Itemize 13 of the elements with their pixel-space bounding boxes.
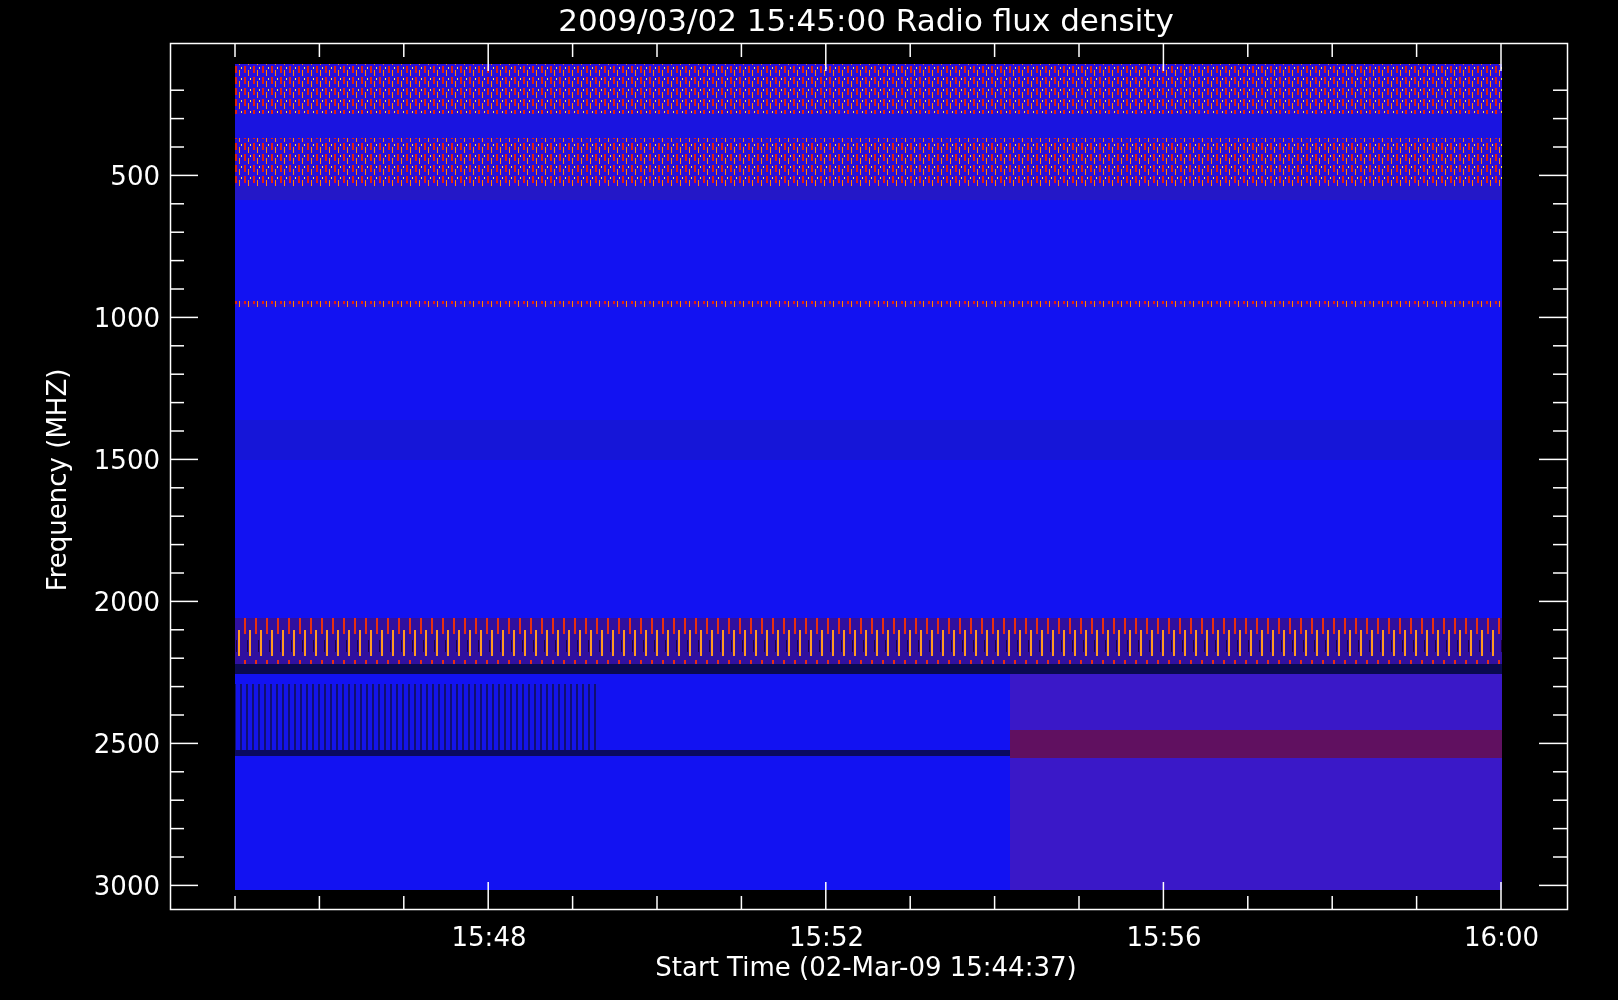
x-tick-label: 15:48 [451, 922, 527, 952]
y-tick-label: 2500 [93, 729, 160, 759]
y-tick-label: 500 [110, 161, 160, 191]
x-tick-label: 16:00 [1464, 922, 1539, 952]
x-axis-label: Start Time (02-Mar-09 15:44:37) [655, 952, 1077, 982]
y-tick-label: 3000 [93, 871, 160, 901]
y-tick-label: 2000 [93, 587, 160, 617]
x-tick-label: 15:52 [789, 922, 864, 952]
y-tick-label: 1500 [93, 445, 160, 475]
chart-title: 2009/03/02 15:45:00 Radio flux density [558, 2, 1174, 38]
y-tick-label: 1000 [93, 303, 160, 333]
x-tick-label: 15:56 [1126, 922, 1202, 952]
y-axis-label: Frequency (MHZ) [42, 368, 72, 592]
